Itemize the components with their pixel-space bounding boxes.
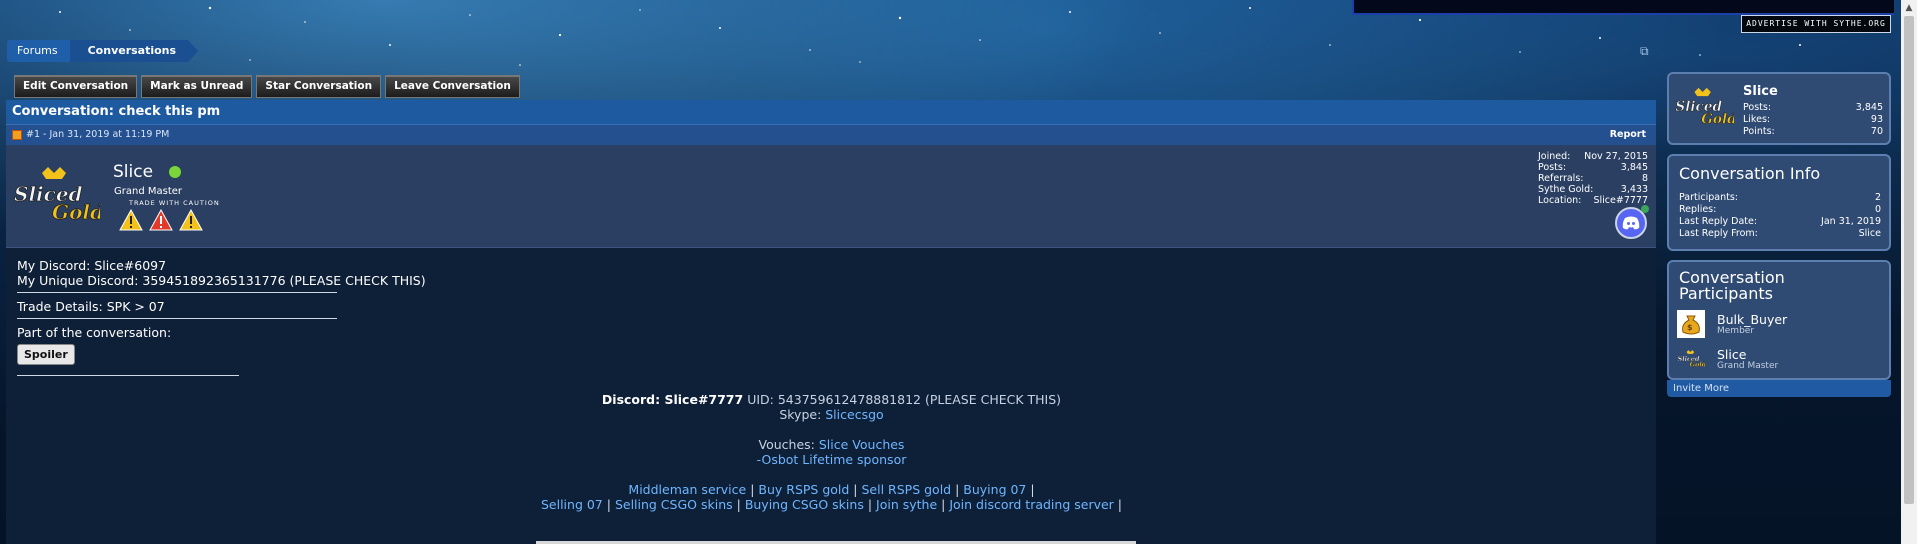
- message-user-info: Sliced Gold Slice Grand Master TRADE WIT…: [6, 145, 1656, 248]
- invite-more-link[interactable]: Invite More: [1667, 380, 1891, 397]
- participant-role: Member: [1717, 325, 1755, 336]
- author-title: Grand Master: [114, 186, 183, 197]
- mark-unread-button[interactable]: Mark as Unread: [141, 75, 253, 98]
- extra-row: Referrals: 8: [1538, 173, 1648, 184]
- message-header: #1 - Jan 31, 2019 at 11:19 PM Report: [6, 124, 1656, 145]
- sig-skype-link[interactable]: Slicecsgo: [825, 407, 883, 422]
- sliced-gold-logo-avatar[interactable]: Sliced Gold: [1677, 345, 1705, 373]
- visitor-stats: Posts: 3,845 Likes: 93 Points: 70: [1743, 102, 1883, 137]
- breadcrumb-conversations[interactable]: Conversations: [69, 40, 199, 62]
- sig-link-buying-07[interactable]: Buying 07: [963, 482, 1026, 497]
- sig-discord: Discord: Slice#7777: [601, 392, 744, 407]
- sig-link-join-sythe[interactable]: Join sythe: [876, 497, 937, 512]
- participant-item[interactable]: $ Bulk_Buyer Member: [1677, 310, 1787, 338]
- signature: Discord: Slice#7777 UID: 543759612478881…: [17, 392, 1646, 512]
- scroll-thumb[interactable]: [1904, 16, 1914, 504]
- scroll-up-arrow-icon[interactable]: ▲: [1901, 0, 1917, 16]
- sig-link-selling-07[interactable]: Selling 07: [541, 497, 603, 512]
- svg-text:$: $: [1687, 323, 1693, 332]
- svg-text:Gold: Gold: [52, 200, 100, 223]
- participant-name[interactable]: Bulk_Buyer: [1717, 313, 1787, 326]
- star-conversation-button[interactable]: Star Conversation: [256, 75, 382, 98]
- sig-uid: UID: 543759612478881812 (PLEASE CHECK TH…: [743, 392, 1062, 407]
- extra-row: Location: Slice#7777: [1538, 195, 1648, 206]
- sig-link-sell-rsps[interactable]: Sell RSPS gold: [862, 482, 952, 497]
- page-scrollbar[interactable]: ▲: [1901, 0, 1917, 544]
- message-body: My Discord: Slice#6097 My Unique Discord…: [6, 248, 1656, 512]
- message-line: Trade Details: SPK > 07: [17, 299, 165, 314]
- breadcrumb: Forums Conversations: [7, 40, 199, 62]
- sig-link-selling-csgo[interactable]: Selling CSGO skins: [615, 497, 733, 512]
- discord-status-icon: [1641, 205, 1649, 213]
- sig-link-buy-rsps[interactable]: Buy RSPS gold: [758, 482, 849, 497]
- advertise-link[interactable]: ADVERTISE WITH SYTHE.ORG: [1741, 15, 1891, 33]
- leave-conversation-button[interactable]: Leave Conversation: [385, 75, 520, 98]
- conversation-main: Conversation: check this pm #1 - Jan 31,…: [6, 100, 1656, 544]
- top-banner-strip: [1352, 0, 1894, 15]
- sig-link-buying-csgo[interactable]: Buying CSGO skins: [745, 497, 864, 512]
- participant-name[interactable]: Slice: [1717, 348, 1778, 361]
- expand-icon[interactable]: ⧉: [1640, 45, 1654, 57]
- report-link[interactable]: Report: [1610, 125, 1646, 145]
- sig-link-join-discord[interactable]: Join discord trading server: [949, 497, 1113, 512]
- svg-text:Gold: Gold: [1690, 361, 1705, 369]
- warning-triangle-icon: [179, 209, 203, 231]
- svg-text:Gold: Gold: [1701, 111, 1734, 127]
- sig-vouches-link[interactable]: Slice Vouches: [819, 437, 905, 452]
- sidebar: Sliced Gold Slice Posts: 3,845 Likes: 93 P…: [1667, 72, 1891, 397]
- message-line: Part of the conversation:: [17, 325, 172, 340]
- participant-role: Grand Master: [1717, 360, 1779, 371]
- extra-row: Joined: Nov 27, 2015: [1538, 151, 1648, 162]
- divider: [17, 292, 337, 293]
- conversation-info-stats: Participants: 2 Replies: 0 Last Reply Date…: [1679, 192, 1881, 239]
- conversation-info-panel: Conversation Info Participants: 2 Replies…: [1667, 154, 1891, 251]
- visitor-panel: Sliced Gold Slice Posts: 3,845 Likes: 93 P…: [1667, 72, 1891, 145]
- gold-bag-avatar[interactable]: $: [1677, 310, 1705, 338]
- post-flag-icon: [12, 129, 22, 140]
- sig-osbot-link[interactable]: -Osbot Lifetime sponsor: [17, 452, 1646, 467]
- online-status-icon: [169, 166, 181, 178]
- post-meta[interactable]: #1 - Jan 31, 2019 at 11:19 PM: [26, 129, 169, 140]
- edit-conversation-button[interactable]: Edit Conversation: [14, 75, 138, 98]
- sliced-gold-logo-avatar[interactable]: Sliced Gold: [1674, 79, 1734, 135]
- spoiler-button[interactable]: Spoiler: [17, 344, 75, 365]
- participants-panel: Conversation Participants $ Bulk_Buyer M…: [1667, 260, 1891, 380]
- extra-row: Sythe Gold: 3,433: [1538, 184, 1648, 195]
- author-name[interactable]: Slice: [113, 162, 153, 182]
- participant-item[interactable]: Sliced Gold Slice Grand Master: [1677, 345, 1779, 373]
- participants-heading: Conversation Participants: [1679, 268, 1785, 303]
- conversation-info-heading: Conversation Info: [1679, 164, 1821, 183]
- sig-vouches-label: Vouches:: [758, 437, 819, 452]
- sliced-gold-logo-avatar[interactable]: Sliced Gold: [12, 167, 100, 223]
- message-line: My Unique Discord: 359451892365131776 (P…: [17, 273, 426, 288]
- warning-badges: [119, 209, 203, 231]
- sig-skype-label: Skype:: [779, 407, 826, 422]
- danger-triangle-icon: [149, 209, 173, 231]
- conversation-title: Conversation: check this pm: [6, 100, 1656, 124]
- message-line: My Discord: Slice#6097: [17, 258, 167, 273]
- warning-triangle-icon: [119, 209, 143, 231]
- signature-divider: [17, 375, 239, 376]
- sig-link-middleman[interactable]: Middleman service: [628, 482, 746, 497]
- author-extra-info: Joined: Nov 27, 2015 Posts: 3,845 Referral…: [1538, 151, 1648, 206]
- breadcrumb-forums[interactable]: Forums: [7, 40, 80, 62]
- trade-caution-badge: TRADE WITH CAUTION: [129, 199, 220, 207]
- divider: [17, 318, 337, 319]
- visitor-name[interactable]: Slice: [1743, 84, 1778, 99]
- conversation-toolbar: Edit Conversation Mark as Unread Star Co…: [14, 75, 520, 98]
- extra-row: Posts: 3,845: [1538, 162, 1648, 173]
